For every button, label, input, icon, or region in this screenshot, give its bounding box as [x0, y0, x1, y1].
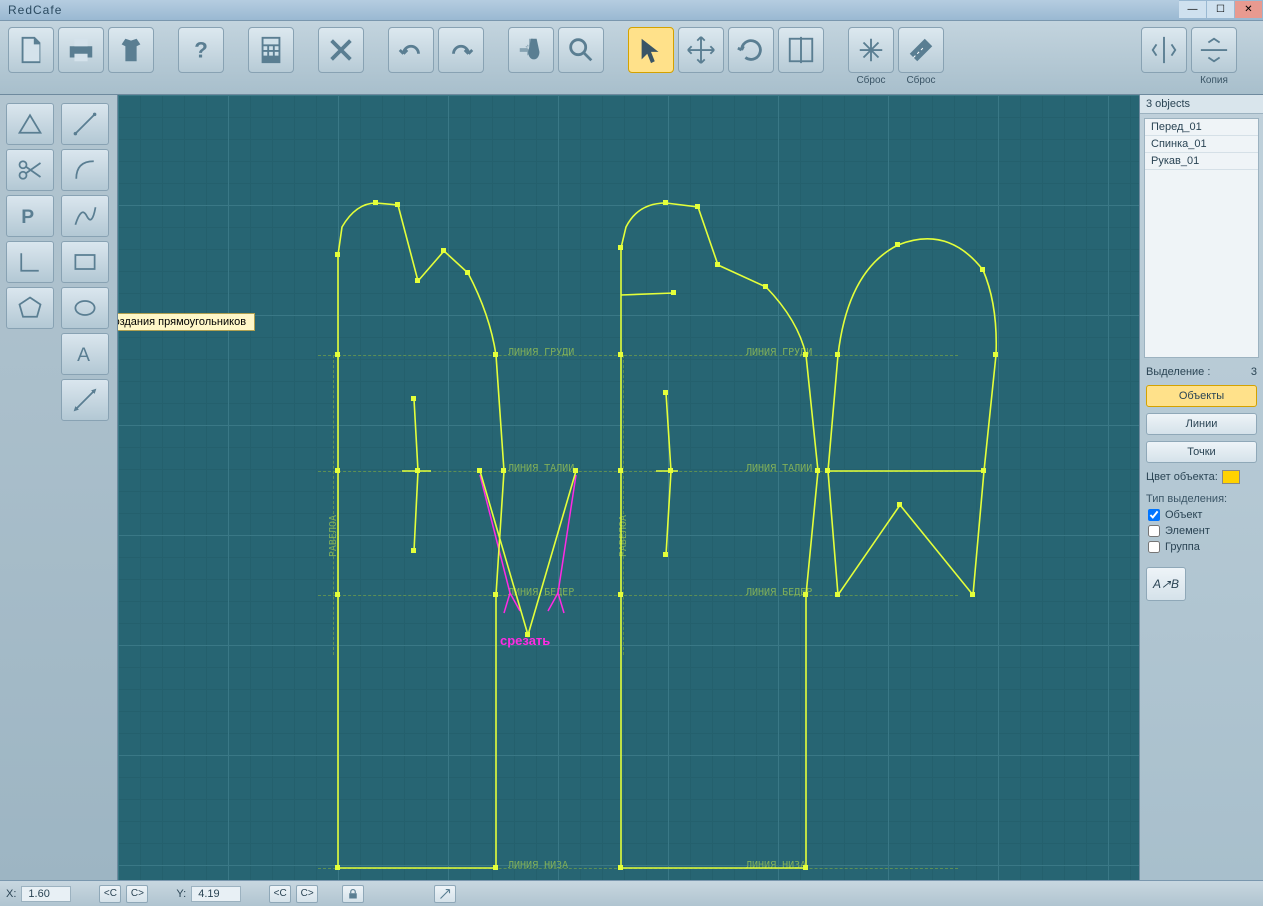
new-file-button[interactable] — [8, 27, 54, 73]
move-button[interactable] — [678, 27, 724, 73]
window-controls: — ☐ ✕ — [1179, 0, 1263, 19]
checkbox-element[interactable]: Элемент — [1140, 523, 1263, 539]
points-button[interactable]: Точки — [1146, 441, 1257, 463]
lock-button[interactable] — [342, 885, 364, 903]
top-toolbar: ? Сброс Сброс Копия — [0, 21, 1263, 95]
arc-tool-button[interactable] — [61, 149, 109, 191]
calculator-button[interactable] — [248, 27, 294, 73]
delete-button[interactable] — [318, 27, 364, 73]
close-button[interactable]: ✕ — [1235, 0, 1263, 19]
object-list: Перед_01 Спинка_01 Рукав_01 — [1144, 118, 1259, 358]
redo-button[interactable] — [438, 27, 484, 73]
circle-tool-button[interactable] — [61, 287, 109, 329]
rotate-button[interactable] — [728, 27, 774, 73]
y-label: Y: — [176, 888, 186, 900]
snap-button[interactable] — [434, 885, 456, 903]
title-bar: RedCafe — [0, 0, 1263, 21]
y-dec-button[interactable]: <C — [269, 885, 291, 903]
maximize-button[interactable]: ☐ — [1207, 0, 1235, 19]
lines-button[interactable]: Линии — [1146, 413, 1257, 435]
status-bar: X: 1.60 <C C> Y: 4.19 <C C> — [0, 880, 1263, 906]
select-arrow-button[interactable] — [628, 27, 674, 73]
zoom-button[interactable] — [558, 27, 604, 73]
undo-button[interactable] — [388, 27, 434, 73]
scissors-tool-button[interactable] — [6, 149, 54, 191]
color-swatch[interactable] — [1222, 470, 1240, 484]
list-item[interactable]: Рукав_01 — [1145, 153, 1258, 170]
minimize-button[interactable]: — — [1179, 0, 1207, 19]
color-label: Цвет объекта: — [1146, 471, 1218, 483]
checkbox-object[interactable]: Объект — [1140, 507, 1263, 523]
canvas[interactable]: ЛИНИЯ ГРУДИ ЛИНИЯ ГРУДИ ЛИНИЯ ТАЛИИ ЛИНИ… — [118, 95, 1139, 880]
line-tool-button[interactable] — [61, 103, 109, 145]
selection-label: Выделение : — [1146, 366, 1210, 378]
triangle-tool-button[interactable] — [6, 103, 54, 145]
reset-axes-button[interactable] — [848, 27, 894, 73]
corner-tool-button[interactable] — [6, 241, 54, 283]
reset-ruler-button[interactable] — [898, 27, 944, 73]
y-inc-button[interactable]: C> — [296, 885, 318, 903]
help-button[interactable]: ? — [178, 27, 224, 73]
mirror-copy-v-button[interactable] — [1141, 27, 1187, 73]
spline-tool-button[interactable] — [61, 195, 109, 237]
tooltip: Режим создания прямоугольников — [118, 313, 255, 331]
pan-button[interactable] — [508, 27, 554, 73]
polygon-tool-button[interactable] — [6, 287, 54, 329]
rename-button[interactable]: A↗B — [1146, 567, 1186, 601]
selection-type-label: Тип выделения: — [1140, 488, 1263, 507]
reset-label-1: Сброс — [856, 75, 885, 86]
mirror-copy-h-button[interactable] — [1191, 27, 1237, 73]
reset-label-2: Сброс — [906, 75, 935, 86]
svg-text:A: A — [77, 345, 90, 366]
list-item[interactable]: Спинка_01 — [1145, 136, 1258, 153]
left-toolbox: P A — [0, 95, 118, 880]
garment-button[interactable] — [108, 27, 154, 73]
point-tool-button[interactable]: P — [6, 195, 54, 237]
y-value: 4.19 — [191, 886, 241, 902]
dimension-tool-button[interactable] — [61, 379, 109, 421]
rectangle-tool-button[interactable] — [61, 241, 109, 283]
mirror-button[interactable] — [778, 27, 824, 73]
copy-label: Копия — [1200, 75, 1228, 86]
right-panel: 3 objects Перед_01 Спинка_01 Рукав_01 Вы… — [1139, 95, 1263, 880]
checkbox-group[interactable]: Группа — [1140, 539, 1263, 555]
x-value: 1.60 — [21, 886, 71, 902]
print-button[interactable] — [58, 27, 104, 73]
svg-text:P: P — [21, 207, 34, 228]
pattern-drawing — [118, 95, 1138, 880]
text-tool-button[interactable]: A — [61, 333, 109, 375]
svg-text:?: ? — [194, 38, 208, 63]
x-dec-button[interactable]: <C — [99, 885, 121, 903]
x-label: X: — [6, 888, 16, 900]
app-title: RedCafe — [8, 3, 62, 17]
objects-button[interactable]: Объекты — [1146, 385, 1257, 407]
objects-count: 3 objects — [1140, 95, 1263, 114]
list-item[interactable]: Перед_01 — [1145, 119, 1258, 136]
selection-count: 3 — [1251, 366, 1257, 378]
x-inc-button[interactable]: C> — [126, 885, 148, 903]
